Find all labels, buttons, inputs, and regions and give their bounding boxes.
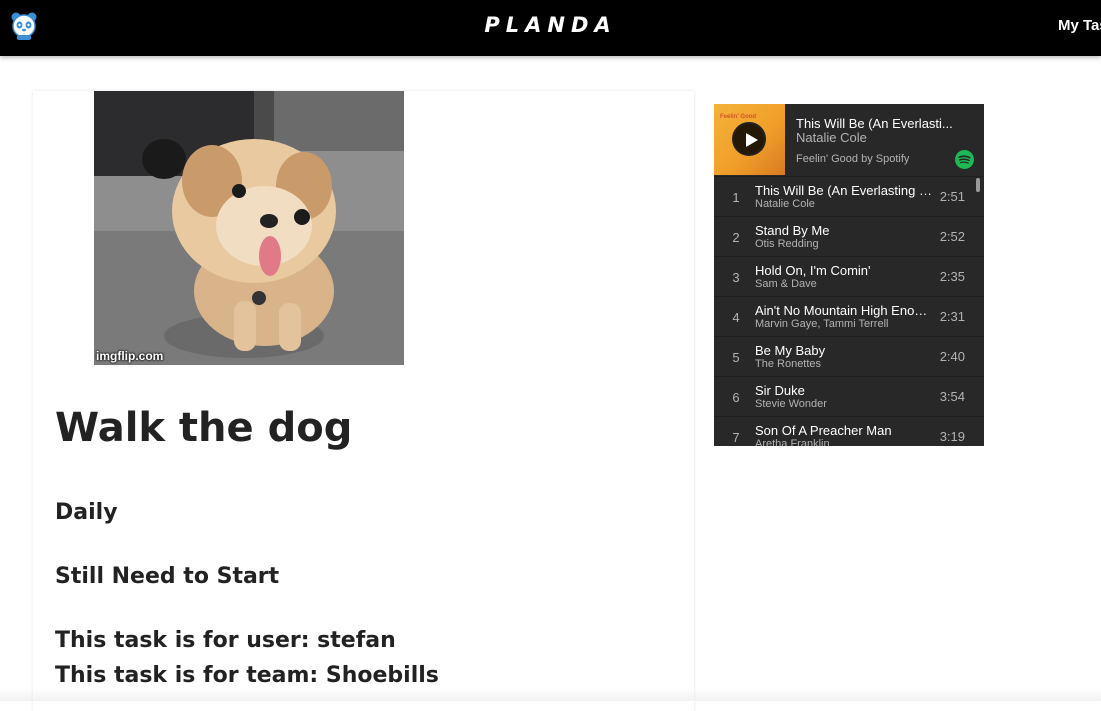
track-row[interactable]: 6 Sir Duke Stevie Wonder 3:54 xyxy=(714,376,984,416)
task-title: Walk the dog xyxy=(55,405,353,451)
track-duration: 2:51 xyxy=(939,189,965,204)
track-number: 2 xyxy=(732,230,740,245)
track-row[interactable]: 3 Hold On, I'm Comin' Sam & Dave 2:35 xyxy=(714,256,984,296)
track-title: Be My Baby xyxy=(755,343,826,358)
task-frequency: Daily xyxy=(55,500,118,525)
top-navbar: PLANDA My Tas xyxy=(0,0,1101,56)
now-playing-title[interactable]: This Will Be (An Everlasti... xyxy=(796,116,953,131)
track-duration: 3:19 xyxy=(939,429,965,444)
spotify-now-playing: Feelin' Good This Will Be (An Everlasti.… xyxy=(714,104,984,176)
nav-my-tasks-link[interactable]: My Tas xyxy=(1058,17,1101,34)
track-artist: Otis Redding xyxy=(755,238,819,250)
play-button-icon[interactable] xyxy=(732,122,766,156)
track-number: 1 xyxy=(732,190,740,205)
track-number: 4 xyxy=(732,310,740,325)
track-row[interactable]: 1 This Will Be (An Everlasting Lo... Nat… xyxy=(714,176,984,216)
now-playing-artist[interactable]: Natalie Cole xyxy=(796,130,867,145)
track-duration: 2:52 xyxy=(939,229,965,244)
task-assigned-team: This task is for team: Shoebills xyxy=(55,663,439,688)
image-watermark: imgflip.com xyxy=(96,349,164,363)
track-duration: 2:35 xyxy=(939,269,965,284)
track-list: 1 This Will Be (An Everlasting Lo... Nat… xyxy=(714,176,984,446)
task-card: imgflip.com Walk the dog Daily Still Nee… xyxy=(33,91,694,711)
track-number: 6 xyxy=(732,390,740,405)
track-row[interactable]: 2 Stand By Me Otis Redding 2:52 xyxy=(714,216,984,256)
dog-photo-icon xyxy=(94,91,404,365)
track-number: 3 xyxy=(732,270,740,285)
track-title: Stand By Me xyxy=(755,223,830,238)
cover-text: Feelin' Good xyxy=(720,114,757,120)
track-number: 7 xyxy=(732,430,740,445)
track-title: Hold On, I'm Comin' xyxy=(755,263,871,278)
track-duration: 3:54 xyxy=(939,389,965,404)
task-assigned-user: This task is for user: stefan xyxy=(55,628,396,653)
track-artist: Stevie Wonder xyxy=(755,398,827,410)
track-row[interactable]: 5 Be My Baby The Ronettes 2:40 xyxy=(714,336,984,376)
playlist-name[interactable]: Feelin' Good by Spotify xyxy=(796,153,909,165)
spotify-embed-widget[interactable]: Feelin' Good This Will Be (An Everlasti.… xyxy=(714,104,984,446)
track-row[interactable]: 4 Ain't No Mountain High Enough Marvin G… xyxy=(714,296,984,336)
task-status: Still Need to Start xyxy=(55,564,280,589)
track-artist: Sam & Dave xyxy=(755,278,817,290)
bottom-edge-shadow xyxy=(0,688,1101,701)
track-artist: Marvin Gaye, Tammi Terrell xyxy=(755,318,889,330)
track-title: Son Of A Preacher Man xyxy=(755,423,892,438)
app-brand-title: PLANDA xyxy=(484,13,617,37)
track-duration: 2:40 xyxy=(939,349,965,364)
track-title: Ain't No Mountain High Enough xyxy=(755,303,933,318)
track-artist: Natalie Cole xyxy=(755,198,815,210)
track-artist: Aretha Franklin xyxy=(755,438,830,446)
track-artist: The Ronettes xyxy=(755,358,822,370)
track-row[interactable]: 7 Son Of A Preacher Man Aretha Franklin … xyxy=(714,416,984,446)
task-image: imgflip.com xyxy=(94,91,404,365)
track-title: Sir Duke xyxy=(755,383,805,398)
track-duration: 2:31 xyxy=(939,309,965,324)
track-number: 5 xyxy=(732,350,740,365)
spotify-logo-icon[interactable] xyxy=(955,150,974,169)
track-title: This Will Be (An Everlasting Lo... xyxy=(755,183,933,198)
track-list-scrollbar[interactable] xyxy=(976,178,980,192)
playlist-cover-art: Feelin' Good xyxy=(714,104,785,175)
